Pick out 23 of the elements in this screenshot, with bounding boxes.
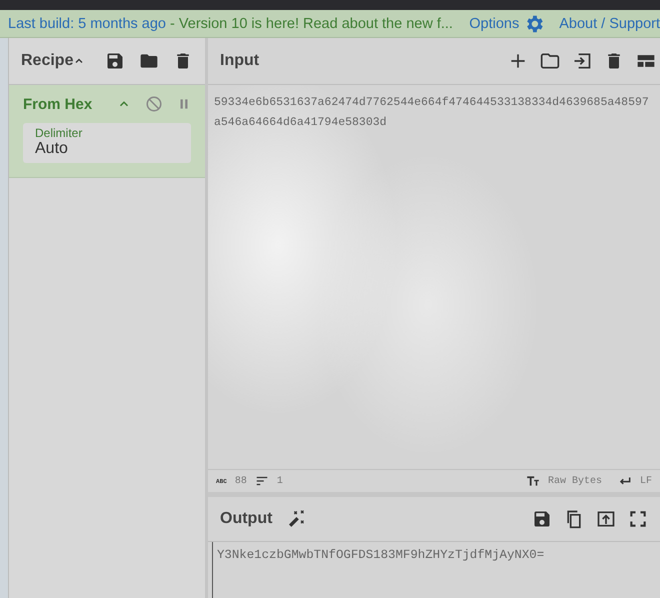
build-link[interactable]: Last build: 5 months ago: [8, 16, 166, 32]
options-button[interactable]: Options: [469, 12, 546, 34]
recipe-title: Recipe: [21, 52, 74, 70]
line-count: 1: [276, 476, 283, 486]
save-icon[interactable]: [105, 51, 125, 71]
character-count: 88: [234, 476, 247, 486]
lines-icon[interactable]: [254, 474, 269, 488]
output-title: Output: [220, 510, 272, 528]
replace-input-icon[interactable]: [596, 509, 616, 529]
line-ending-button[interactable]: LF: [640, 476, 652, 486]
text-size-icon[interactable]: [526, 474, 540, 488]
delimiter-field[interactable]: Delimiter Auto: [23, 123, 191, 163]
fullscreen-icon[interactable]: [628, 509, 648, 529]
version-notice[interactable]: - Version 10 is here! Read about the new f...: [166, 16, 470, 32]
encoding-button[interactable]: Raw Bytes: [548, 476, 602, 486]
magic-wand-icon[interactable]: [286, 509, 306, 529]
folder-icon[interactable]: [540, 51, 560, 71]
input-title: Input: [220, 52, 260, 70]
import-icon[interactable]: [572, 51, 592, 71]
about-support-link[interactable]: About / Support: [559, 16, 660, 32]
operation-name: From Hex: [23, 96, 92, 112]
save-output-icon[interactable]: [532, 509, 552, 529]
output-text[interactable]: Y3Nke1czbGMwbTNfOGFDS183MF9hZHYzTjdfMjAyNX0=: [212, 542, 660, 598]
